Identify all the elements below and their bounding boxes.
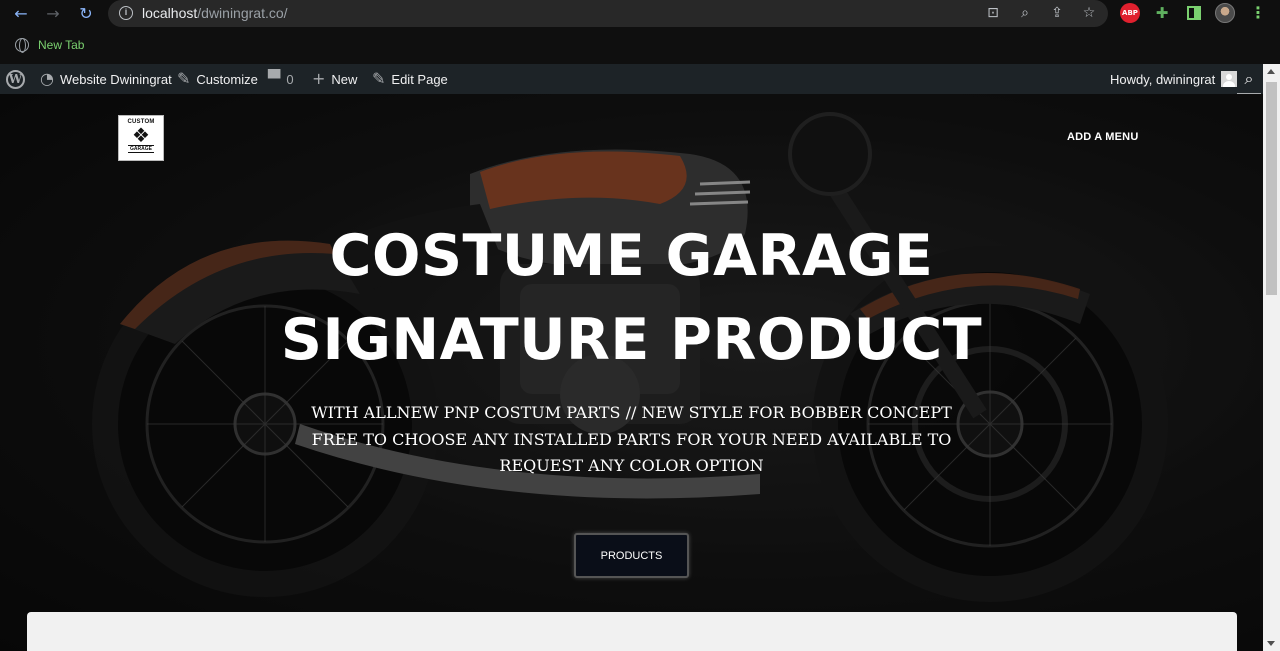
- profile-avatar-icon[interactable]: [1215, 3, 1235, 23]
- url-text[interactable]: localhost/dwiningrat.co/: [142, 5, 288, 21]
- customize-label: Customize: [196, 71, 258, 87]
- bookmark-star-icon[interactable]: ☆: [1080, 4, 1098, 22]
- site-name-label: Website Dwiningrat: [59, 71, 172, 87]
- dashboard-gauge-icon: ◔: [40, 69, 54, 88]
- admin-bar-account[interactable]: Howdy, dwiningrat: [1110, 64, 1238, 94]
- browser-toolbar: ← → ↻ i localhost/dwiningrat.co/ ⊡ ⌕ ⇪ ☆…: [0, 0, 1280, 28]
- paintbrush-icon: ✎: [177, 69, 191, 88]
- hero-section: CUSTOM ❖ GARAGE ADD A MENU COSTUME GARAG…: [0, 94, 1263, 651]
- scroll-up-arrow-icon[interactable]: [1267, 69, 1275, 74]
- scroll-down-arrow-icon[interactable]: [1267, 641, 1275, 646]
- add-a-menu-link[interactable]: ADD A MENU: [1067, 131, 1138, 143]
- plus-icon: +: [312, 69, 326, 88]
- side-panel-icon[interactable]: [1184, 3, 1204, 23]
- zoom-icon[interactable]: ⌕: [1016, 4, 1034, 22]
- url-path: /dwiningrat.co/: [197, 5, 288, 21]
- site-info-icon[interactable]: i: [119, 6, 133, 20]
- hero-title-line-1: COSTUME GARAGE: [329, 223, 934, 289]
- admin-bar-comments[interactable]: ▀ 0: [268, 64, 294, 94]
- browser-chrome: ← → ↻ i localhost/dwiningrat.co/ ⊡ ⌕ ⇪ ☆…: [0, 0, 1280, 64]
- admin-bar-edit-page[interactable]: ✎ Edit Page: [372, 64, 448, 94]
- comment-bubble-icon: ▀: [268, 69, 281, 88]
- share-icon[interactable]: ⇪: [1048, 4, 1066, 22]
- admin-bar-site-name[interactable]: ◔ Website Dwiningrat: [40, 64, 172, 94]
- site-logo[interactable]: CUSTOM ❖ GARAGE: [118, 115, 164, 161]
- admin-bar-search[interactable]: ⌕: [1237, 64, 1261, 94]
- howdy-label: Howdy, dwiningrat: [1110, 71, 1216, 87]
- pencil-icon: ✎: [372, 69, 386, 88]
- products-button[interactable]: PRODUCTS: [574, 533, 689, 578]
- back-arrow-icon[interactable]: ←: [11, 4, 31, 24]
- logo-text-bottom: GARAGE: [128, 145, 154, 153]
- search-icon: ⌕: [1244, 68, 1254, 88]
- bookmark-label: New Tab: [38, 38, 85, 52]
- scroll-thumb[interactable]: [1266, 82, 1277, 295]
- comments-count: 0: [286, 71, 294, 87]
- content-panel: [27, 612, 1237, 651]
- wordpress-logo-icon[interactable]: W: [6, 64, 25, 94]
- browser-menu-icon[interactable]: ⋮: [1248, 3, 1268, 23]
- admin-bar-new[interactable]: + New: [312, 64, 357, 94]
- admin-bar-customize[interactable]: ✎ Customize: [177, 64, 258, 94]
- translate-icon[interactable]: ⊡: [984, 4, 1002, 22]
- bookmark-new-tab[interactable]: New Tab: [15, 37, 84, 53]
- globe-icon: [15, 38, 29, 53]
- new-label: New: [331, 71, 358, 87]
- edit-page-label: Edit Page: [391, 71, 448, 87]
- butterfly-logo-icon: ❖: [132, 123, 150, 147]
- extensions-puzzle-icon[interactable]: ✚: [1152, 3, 1172, 23]
- hero-title-line-2: SIGNATURE PRODUCT: [280, 307, 983, 373]
- forward-arrow-icon[interactable]: →: [43, 4, 63, 24]
- page-scrollbar[interactable]: [1263, 64, 1280, 651]
- hero-subtitle: WITH ALLNEW PNP COSTUM PARTS // NEW STYL…: [311, 403, 952, 475]
- url-host: localhost: [142, 5, 198, 21]
- reload-icon[interactable]: ↻: [76, 4, 96, 24]
- user-avatar: [1221, 71, 1238, 87]
- adblock-plus-icon[interactable]: ABP: [1120, 3, 1140, 23]
- wp-admin-bar: W ◔ Website Dwiningrat ✎ Customize ▀ 0 +…: [0, 64, 1263, 94]
- bookmarks-bar: New Tab: [0, 28, 1280, 64]
- address-bar[interactable]: i localhost/dwiningrat.co/ ⊡ ⌕ ⇪ ☆: [108, 0, 1108, 27]
